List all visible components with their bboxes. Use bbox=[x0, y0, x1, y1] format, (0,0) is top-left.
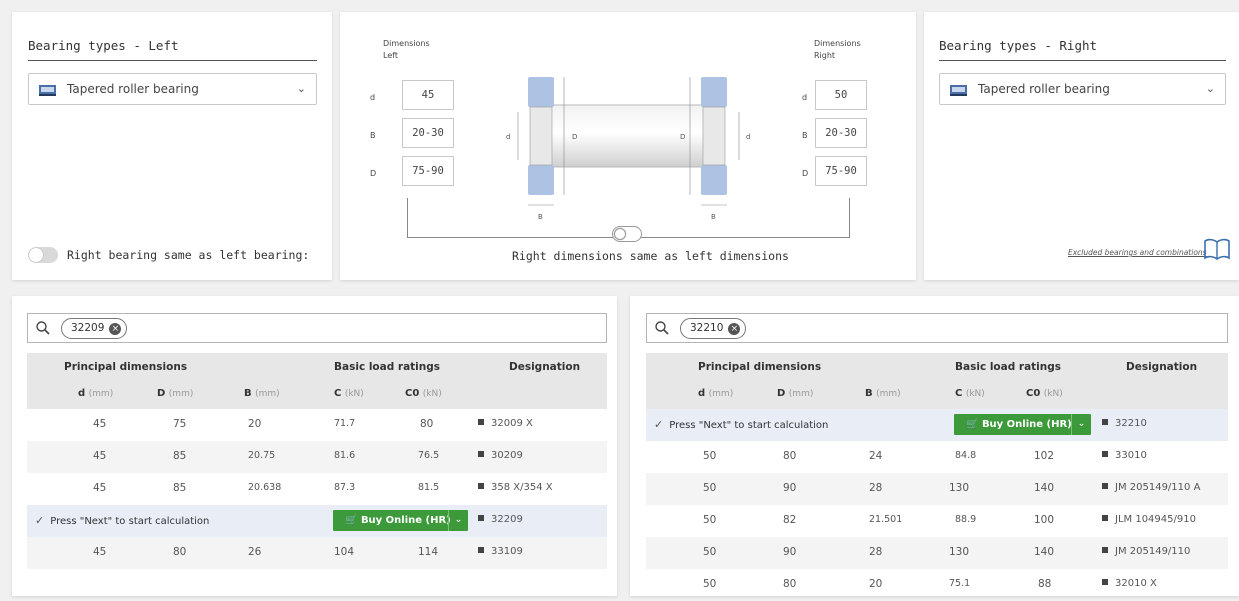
table-row[interactable]: 45 80 26 104 114 33109 bbox=[27, 537, 607, 569]
header-designation: Designation bbox=[1126, 361, 1198, 373]
left-d-input[interactable]: 45 bbox=[402, 80, 454, 110]
selected-table-row[interactable]: ✓ Press "Next" to start calculation 🛒 Buy… bbox=[646, 409, 1228, 441]
header-designation: Designation bbox=[509, 361, 581, 373]
header-C: C (kN) bbox=[955, 388, 985, 399]
check-icon: ✓ bbox=[654, 418, 664, 431]
right-bearing-type-select[interactable]: Tapered roller bearing ⌄ bbox=[939, 73, 1226, 105]
same-bearing-label: Right bearing same as left bearing: bbox=[67, 248, 310, 262]
left-chip-text: 32209 bbox=[71, 322, 105, 334]
right-search-chip: 32210 × bbox=[680, 318, 747, 339]
selected-table-row[interactable]: ✓ Press "Next" to start calculation 🛒 Buy… bbox=[27, 505, 607, 537]
right-bearing-title: Bearing types - Right bbox=[939, 38, 1098, 53]
right-search-box[interactable]: 32210 × bbox=[646, 313, 1228, 343]
left-B-input[interactable]: 20-30 bbox=[402, 118, 454, 148]
right-d-input[interactable]: 50 bbox=[815, 80, 867, 110]
toggle-knob bbox=[29, 248, 43, 262]
header-load: Basic load ratings bbox=[955, 361, 1062, 373]
left-dims-title: Dimensions Left bbox=[383, 39, 430, 60]
table-row[interactable]: 50 82 21.501 88.9 100 JLM 104945/910 bbox=[646, 505, 1228, 537]
tapered-bearing-icon bbox=[950, 85, 967, 96]
press-next-text: ✓ Press "Next" to start calculation bbox=[654, 418, 829, 431]
left-D-label: D bbox=[370, 169, 377, 178]
header-C: C (kN) bbox=[334, 388, 364, 399]
right-d-label: d bbox=[802, 93, 808, 102]
left-B-label: B bbox=[370, 131, 376, 140]
right-D-input[interactable]: 75-90 bbox=[815, 156, 867, 186]
chevron-down-icon[interactable]: ⌄ bbox=[448, 510, 468, 531]
left-D-input[interactable]: 75-90 bbox=[402, 156, 454, 186]
buy-online-button[interactable]: 🛒 Buy Online (HR) ⌄ bbox=[333, 510, 468, 531]
diagram-d-left: d bbox=[506, 133, 510, 141]
dimensions-panel: Dimensions Left Dimensions Right d 45 B … bbox=[340, 12, 916, 280]
table-row[interactable]: 50 90 28 130 140 JM 205149/110 bbox=[646, 537, 1228, 569]
tapered-bearing-icon bbox=[39, 85, 56, 96]
header-principal: Principal dimensions bbox=[64, 361, 188, 373]
right-B-input[interactable]: 20-30 bbox=[815, 118, 867, 148]
same-dimensions-toggle[interactable] bbox=[612, 226, 642, 242]
same-dimensions-label: Right dimensions same as left dimensions bbox=[512, 249, 789, 263]
shaft-bearing-diagram: d D D d B B bbox=[506, 77, 750, 221]
header-d: d (mm) bbox=[698, 388, 734, 399]
right-D-label: D bbox=[802, 169, 809, 178]
excluded-bearings-link[interactable]: Excluded bearings and combinations bbox=[1068, 248, 1207, 257]
right-bearing-type-value: Tapered roller bearing bbox=[978, 82, 1110, 96]
left-table-header: Principal dimensions Basic load ratings … bbox=[27, 353, 607, 409]
diagram-d-right: d bbox=[746, 133, 750, 141]
left-bearing-type-value: Tapered roller bearing bbox=[67, 82, 199, 96]
search-icon bbox=[36, 321, 50, 335]
diagram-D-left: D bbox=[572, 133, 577, 141]
bracket-left bbox=[407, 198, 408, 238]
table-row[interactable]: 50 90 28 130 140 JM 205149/110 A bbox=[646, 473, 1228, 505]
table-row[interactable]: 45 75 20 71.7 80 32009 X bbox=[27, 409, 607, 441]
header-B: B (mm) bbox=[865, 388, 901, 399]
book-icon[interactable] bbox=[1204, 238, 1230, 260]
right-dims-title: Dimensions Right bbox=[814, 39, 861, 60]
diagram-B-left: B bbox=[538, 213, 543, 221]
divider bbox=[28, 60, 317, 61]
bracket-right bbox=[849, 198, 850, 238]
right-chip-text: 32210 bbox=[690, 322, 724, 334]
header-D: D (mm) bbox=[777, 388, 814, 399]
left-d-label: d bbox=[370, 93, 376, 102]
cart-icon: 🛒 bbox=[345, 515, 358, 526]
chevron-down-icon: ⌄ bbox=[296, 82, 306, 95]
chevron-down-icon[interactable]: ⌄ bbox=[1071, 414, 1091, 435]
left-bearing-type-select[interactable]: Tapered roller bearing ⌄ bbox=[28, 73, 317, 105]
clear-icon[interactable]: × bbox=[728, 323, 741, 335]
chevron-down-icon: ⌄ bbox=[1205, 82, 1215, 95]
clear-icon[interactable]: × bbox=[109, 323, 122, 335]
header-C0: C0 (kN) bbox=[1026, 388, 1063, 399]
press-next-text: ✓ Press "Next" to start calculation bbox=[35, 514, 210, 527]
header-principal: Principal dimensions bbox=[698, 361, 822, 373]
diagram-B-right: B bbox=[711, 213, 716, 221]
right-bearing-panel: Bearing types - Right Tapered roller bea… bbox=[924, 12, 1239, 280]
toggle-knob bbox=[614, 228, 626, 240]
header-d: d (mm) bbox=[78, 388, 114, 399]
check-icon: ✓ bbox=[35, 514, 45, 527]
left-search-box[interactable]: 32209 × bbox=[27, 313, 607, 343]
table-row[interactable]: 50 80 24 84.8 102 33010 bbox=[646, 441, 1228, 473]
table-row[interactable]: 45 85 20.638 87.3 81.5 358 X/354 X bbox=[27, 473, 607, 505]
diagram-D-right: D bbox=[680, 133, 685, 141]
table-row[interactable]: 45 85 20.75 81.6 76.5 30209 bbox=[27, 441, 607, 473]
buy-online-button[interactable]: 🛒 Buy Online (HR) ⌄ bbox=[954, 414, 1091, 435]
table-row[interactable]: 50 80 20 75.1 88 32010 X bbox=[646, 569, 1228, 601]
search-icon bbox=[655, 321, 669, 335]
left-search-chip: 32209 × bbox=[61, 318, 128, 339]
right-B-label: B bbox=[802, 131, 808, 140]
left-results-panel: 32209 × Principal dimensions Basic load … bbox=[12, 296, 617, 596]
right-results-panel: 32210 × Principal dimensions Basic load … bbox=[630, 296, 1239, 596]
header-C0: C0 (kN) bbox=[405, 388, 442, 399]
header-B: B (mm) bbox=[244, 388, 280, 399]
same-bearing-toggle[interactable] bbox=[28, 247, 58, 263]
left-bearing-title: Bearing types - Left bbox=[28, 38, 179, 53]
left-bearing-panel: Bearing types - Left Tapered roller bear… bbox=[12, 12, 332, 280]
cart-icon: 🛒 bbox=[966, 419, 979, 430]
header-load: Basic load ratings bbox=[334, 361, 441, 373]
header-D: D (mm) bbox=[157, 388, 194, 399]
right-table-header: Principal dimensions Basic load ratings … bbox=[646, 353, 1228, 409]
divider bbox=[939, 60, 1226, 61]
